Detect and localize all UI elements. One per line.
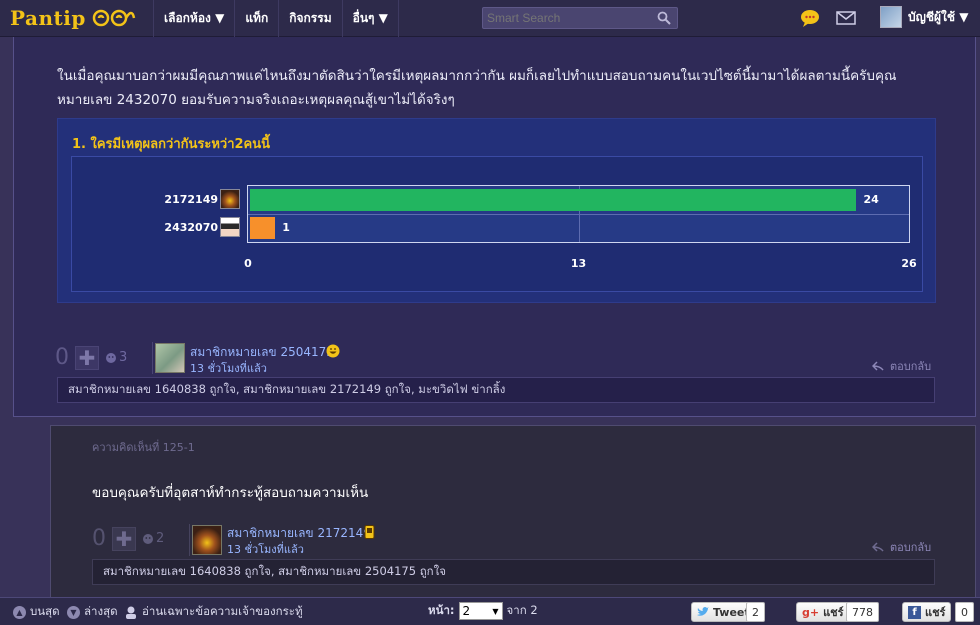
scroll-top-label: บนสุด (30, 604, 60, 618)
comment-box: ในเมื่อคุณมาบอกว่าผมมีคุณภาพแค่ไหนถึงมาต… (13, 37, 976, 417)
reply-label: ตอบกลับ (890, 541, 932, 554)
facebook-label: แชร์ (925, 606, 946, 619)
plus-vote-button[interactable]: ✚ (75, 345, 99, 370)
arrow-down-icon: ▼ (67, 605, 80, 619)
facebook-icon: f (908, 605, 921, 619)
poll-title: 1. ใครมีเหตุผลกว่ากันระหว่า2คนนี้ (72, 137, 271, 152)
reply-button[interactable]: ตอบกลับ (872, 357, 931, 375)
chart-category-avatar (220, 217, 240, 237)
logo-text: Pantip (10, 6, 86, 30)
user-avatar (880, 6, 902, 28)
chart-category-avatar (220, 189, 240, 209)
comment-time: 13 ชั่วโมงที่แล้ว (190, 362, 267, 375)
tweet-count: 2 (746, 602, 765, 622)
laugh-emoticon-icon (326, 344, 340, 358)
chart-bar (250, 189, 857, 211)
facebook-count: 0 (955, 602, 974, 622)
emotion-count[interactable]: 2 (142, 531, 164, 546)
vote-controls: 0 ✚ 3 (55, 345, 127, 370)
google-plus-icon: g+ (802, 605, 820, 619)
bar-chart-plot: 24 1 (247, 185, 910, 243)
plus-vote-button[interactable]: ✚ (112, 526, 136, 551)
reply-icon (872, 361, 884, 371)
emotion-count[interactable]: 3 (105, 350, 127, 365)
user-menu[interactable]: บัญชีผู้ใช้ ▼ (880, 6, 968, 28)
search-icon[interactable] (657, 11, 671, 25)
search-input[interactable] (483, 8, 653, 28)
emotion-icon (143, 533, 153, 544)
poll-result: 1. ใครมีเหตุผลกว่ากันระหว่า2คนนี้ 217214… (57, 118, 936, 303)
member-avatar[interactable] (192, 525, 222, 555)
chat-notification-icon[interactable] (800, 9, 820, 27)
comment-time: 13 ชั่วโมงที่แล้ว (227, 543, 304, 556)
arrow-up-icon: ▲ (13, 605, 26, 619)
vote-count: 0 (92, 526, 106, 551)
scroll-top-button[interactable]: ▲ บนสุด (13, 603, 60, 621)
nav-choose-room[interactable]: เลือกห้อง ▼ (153, 0, 234, 37)
chart-bar (250, 217, 276, 239)
chart-tick-label: 26 (901, 257, 917, 270)
vote-controls: 0 ✚ 2 (92, 526, 164, 551)
emotion-icon (106, 352, 116, 363)
emotion-count-value: 3 (119, 350, 128, 365)
chart-data-label: 24 (863, 193, 879, 206)
page-select[interactable]: 2 ▼ (458, 602, 503, 620)
chevron-down-icon: ▼ (492, 606, 499, 616)
page-select-value: 2 (462, 604, 471, 618)
page-total: จาก 2 (506, 603, 538, 617)
divider (189, 524, 190, 556)
owner-only-label: อ่านเฉพาะข้อความเจ้าของกระทู้ (142, 604, 303, 618)
scroll-bottom-label: ล่างสุด (84, 604, 118, 618)
comment-text: ในเมื่อคุณมาบอกว่าผมมีคุณภาพแค่ไหนถึงมาต… (57, 68, 897, 108)
chart-category-text: 2432070 (164, 220, 218, 234)
scroll-bottom-button[interactable]: ▼ ล่างสุด (67, 603, 118, 621)
gplus-label: แชร์ (823, 606, 844, 619)
facebook-share-button[interactable]: f แชร์ (902, 602, 952, 622)
gplus-share-button[interactable]: g+ แชร์ (796, 602, 850, 622)
mail-icon[interactable] (836, 9, 856, 27)
search-box (482, 7, 678, 29)
owner-filter-icon (126, 606, 136, 619)
owner-only-button[interactable]: อ่านเฉพาะข้อความเจ้าของกระทู้ (124, 603, 303, 621)
chart-category-label: 2432070 (162, 216, 240, 238)
likes-list: สมาชิกหมายเลข 1640838 ถูกใจ, สมาชิกหมายเ… (92, 559, 935, 585)
phone-emoticon-icon (364, 525, 375, 539)
poll-chart-area: 2172149 2432070 24 1 0 13 26 (71, 156, 923, 292)
sub-comment-text: ขอบคุณครับที่อุตสาห์ทำกระทู้สอบถามความเห… (92, 485, 369, 501)
gplus-count: 778 (846, 602, 879, 622)
vote-count: 0 (55, 345, 69, 370)
tweet-label: Tweet (713, 605, 750, 619)
chart-category-label: 2172149 (162, 188, 240, 210)
page-label: หน้า: (428, 603, 455, 617)
nav-tags[interactable]: แท็ก (234, 0, 278, 37)
likes-list: สมาชิกหมายเลข 1640838 ถูกใจ, สมาชิกหมายเ… (57, 377, 935, 403)
sub-comment-box: ความคิดเห็นที่ 125-1 ขอบคุณครับที่อุตสาห… (50, 425, 976, 605)
member-avatar[interactable] (155, 343, 185, 373)
comment-number: ความคิดเห็นที่ 125-1 (92, 441, 195, 454)
chart-tick-label: 13 (570, 257, 587, 270)
chart-data-label: 1 (282, 221, 290, 234)
emotion-count-value: 2 (156, 531, 165, 546)
chart-row-divider (248, 214, 909, 215)
divider (152, 342, 153, 374)
nav-more[interactable]: อื่นๆ ▼ (341, 0, 399, 37)
top-navbar: Pantip เลือกห้อง ▼ แท็ก กิจกรรม อื่นๆ ▼ … (0, 0, 980, 37)
bottom-toolbar: ▲ บนสุด ▼ ล่างสุด อ่านเฉพาะข้อความเจ้าขอ… (0, 597, 980, 625)
twitter-icon (697, 607, 709, 616)
logo-mark-icon (92, 9, 136, 27)
nav-activities[interactable]: กิจกรรม (278, 0, 341, 37)
reply-label: ตอบกลับ (890, 360, 932, 373)
chart-tick-label: 0 (244, 257, 252, 270)
user-menu-label: บัญชีผู้ใช้ ▼ (908, 9, 969, 24)
pantip-logo[interactable]: Pantip (10, 4, 136, 32)
main-nav: เลือกห้อง ▼ แท็ก กิจกรรม อื่นๆ ▼ (153, 0, 399, 37)
reply-icon (872, 542, 884, 552)
chart-category-text: 2172149 (164, 192, 218, 206)
pagination: หน้า: 2 ▼ จาก 2 (428, 602, 538, 620)
reply-button[interactable]: ตอบกลับ (872, 538, 931, 556)
